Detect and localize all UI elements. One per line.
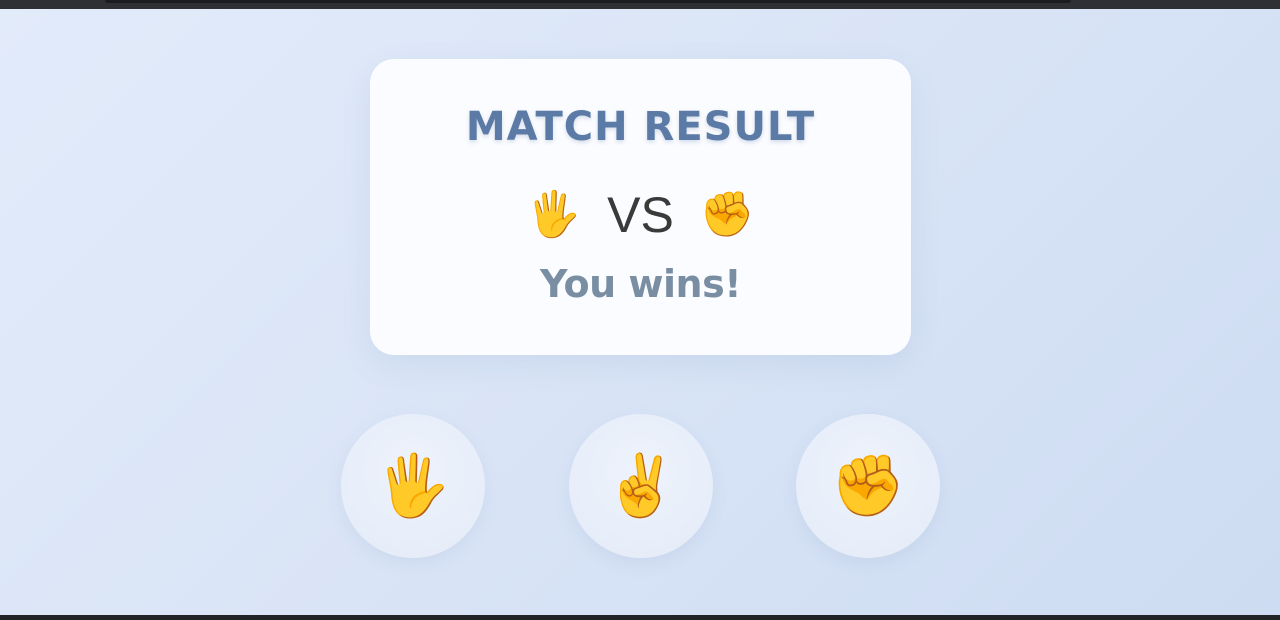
rock-icon: ✊ [830,451,906,521]
result-message: You wins! [539,262,742,306]
paper-button[interactable]: 🖐️ [341,414,485,558]
paper-icon: 🖐️ [375,451,451,521]
match-result-card: MATCH RESULT 🖐️ VS ✊ You wins! [370,59,911,355]
player-choice-icon: 🖐️ [526,189,582,240]
window-bottom-bar [0,615,1280,620]
rock-button[interactable]: ✊ [796,414,940,558]
match-result-title: MATCH RESULT [465,104,816,150]
scissors-icon: ✌️ [603,451,679,521]
matchup-row: 🖐️ VS ✊ [370,185,911,245]
window-top-bar-inner [105,0,1071,3]
vs-label: VS [607,187,674,243]
computer-choice-icon: ✊ [699,189,755,240]
scissors-button[interactable]: ✌️ [569,414,713,558]
window-top-bar [0,0,1280,9]
